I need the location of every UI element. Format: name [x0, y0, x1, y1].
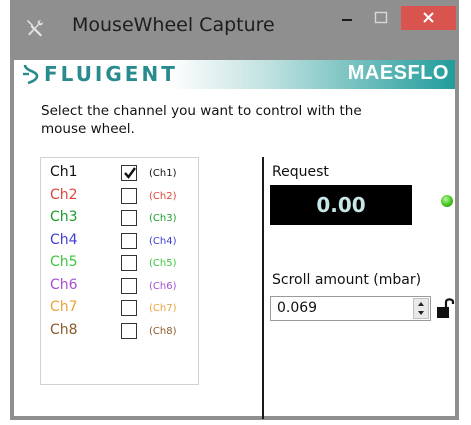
channel-checkbox[interactable] — [121, 232, 137, 249]
request-display: 0.00 — [270, 185, 412, 225]
maximize-button[interactable] — [366, 6, 396, 30]
spin-down-icon[interactable] — [414, 309, 428, 318]
spin-up-icon[interactable] — [414, 299, 428, 308]
brand-logo: FLUIGENT — [22, 62, 178, 86]
channel-checkbox[interactable] — [121, 165, 137, 181]
channel-row[interactable]: Ch4 (Ch4) — [41, 231, 198, 253]
vertical-divider — [262, 157, 264, 419]
title-bar[interactable]: MouseWheel Capture — [10, 0, 459, 58]
channel-row[interactable]: Ch2 (Ch2) — [41, 186, 198, 208]
brand-banner: FLUIGENT MAESFLO — [14, 60, 455, 89]
channel-tag: (Ch4) — [149, 235, 177, 247]
product-name: MAESFLO — [347, 62, 449, 84]
request-value: 0.00 — [316, 193, 366, 217]
channel-row[interactable]: Ch1 (Ch1) — [41, 163, 198, 185]
scroll-amount-input[interactable]: 0.069 — [270, 296, 431, 321]
channel-row[interactable]: Ch8 (Ch8) — [41, 321, 198, 343]
brand-name: FLUIGENT — [44, 62, 178, 86]
channel-row[interactable]: Ch3 (Ch3) — [41, 208, 198, 230]
client-area: FLUIGENT MAESFLO Select the channel you … — [14, 60, 455, 419]
channel-name: Ch3 — [50, 209, 78, 225]
minimize-button[interactable] — [334, 6, 360, 30]
close-button[interactable] — [401, 6, 456, 30]
channel-checkbox[interactable] — [121, 322, 137, 339]
checkmark-icon — [124, 167, 136, 179]
channel-tag: (Ch1) — [149, 168, 177, 179]
scroll-amount-value[interactable]: 0.069 — [277, 300, 317, 316]
channel-tag: (Ch8) — [149, 325, 177, 337]
channel-checkbox[interactable] — [121, 210, 137, 226]
channel-name: Ch4 — [50, 231, 78, 248]
channel-row[interactable]: Ch5 (Ch5) — [41, 253, 198, 275]
status-led-icon — [441, 195, 453, 207]
channel-name: Ch7 — [50, 299, 78, 315]
minimize-icon — [342, 19, 352, 21]
maximize-icon — [374, 11, 388, 24]
scroll-amount-label: Scroll amount (mbar) — [272, 272, 422, 288]
app-window: MouseWheel Capture FLUIGENT MAESFLO Sele… — [10, 0, 459, 420]
channel-tag: (Ch2) — [149, 190, 177, 202]
channel-checkbox[interactable] — [121, 255, 137, 271]
window-title: MouseWheel Capture — [72, 14, 275, 36]
channel-tag: (Ch3) — [149, 213, 177, 224]
fluigent-logo-icon — [23, 64, 39, 85]
channel-tag: (Ch6) — [149, 280, 177, 292]
channel-checkbox[interactable] — [121, 187, 137, 204]
channel-row[interactable]: Ch6 (Ch6) — [41, 276, 198, 298]
channel-tag: (Ch5) — [149, 258, 177, 269]
unlocked-padlock-icon[interactable] — [435, 296, 455, 322]
channel-row[interactable]: Ch7 (Ch7) — [41, 298, 198, 320]
channel-checkbox[interactable] — [121, 277, 137, 294]
tools-icon — [27, 20, 43, 37]
channel-name: Ch8 — [50, 321, 78, 338]
channel-checkbox[interactable] — [121, 300, 137, 316]
instructions-text: Select the channel you want to control w… — [41, 103, 362, 137]
request-label: Request — [272, 164, 329, 180]
channel-name: Ch6 — [50, 276, 78, 293]
spin-buttons — [413, 298, 429, 319]
channel-name: Ch1 — [50, 164, 78, 180]
close-icon — [423, 12, 434, 23]
channel-name: Ch5 — [50, 254, 78, 270]
channel-list: Ch1 (Ch1) Ch2 (Ch2) Ch3 (Ch3) Ch4 (Ch4) Ch5 (Ch5)… — [40, 157, 199, 385]
channel-tag: (Ch7) — [149, 303, 177, 314]
channel-name: Ch2 — [50, 186, 78, 203]
